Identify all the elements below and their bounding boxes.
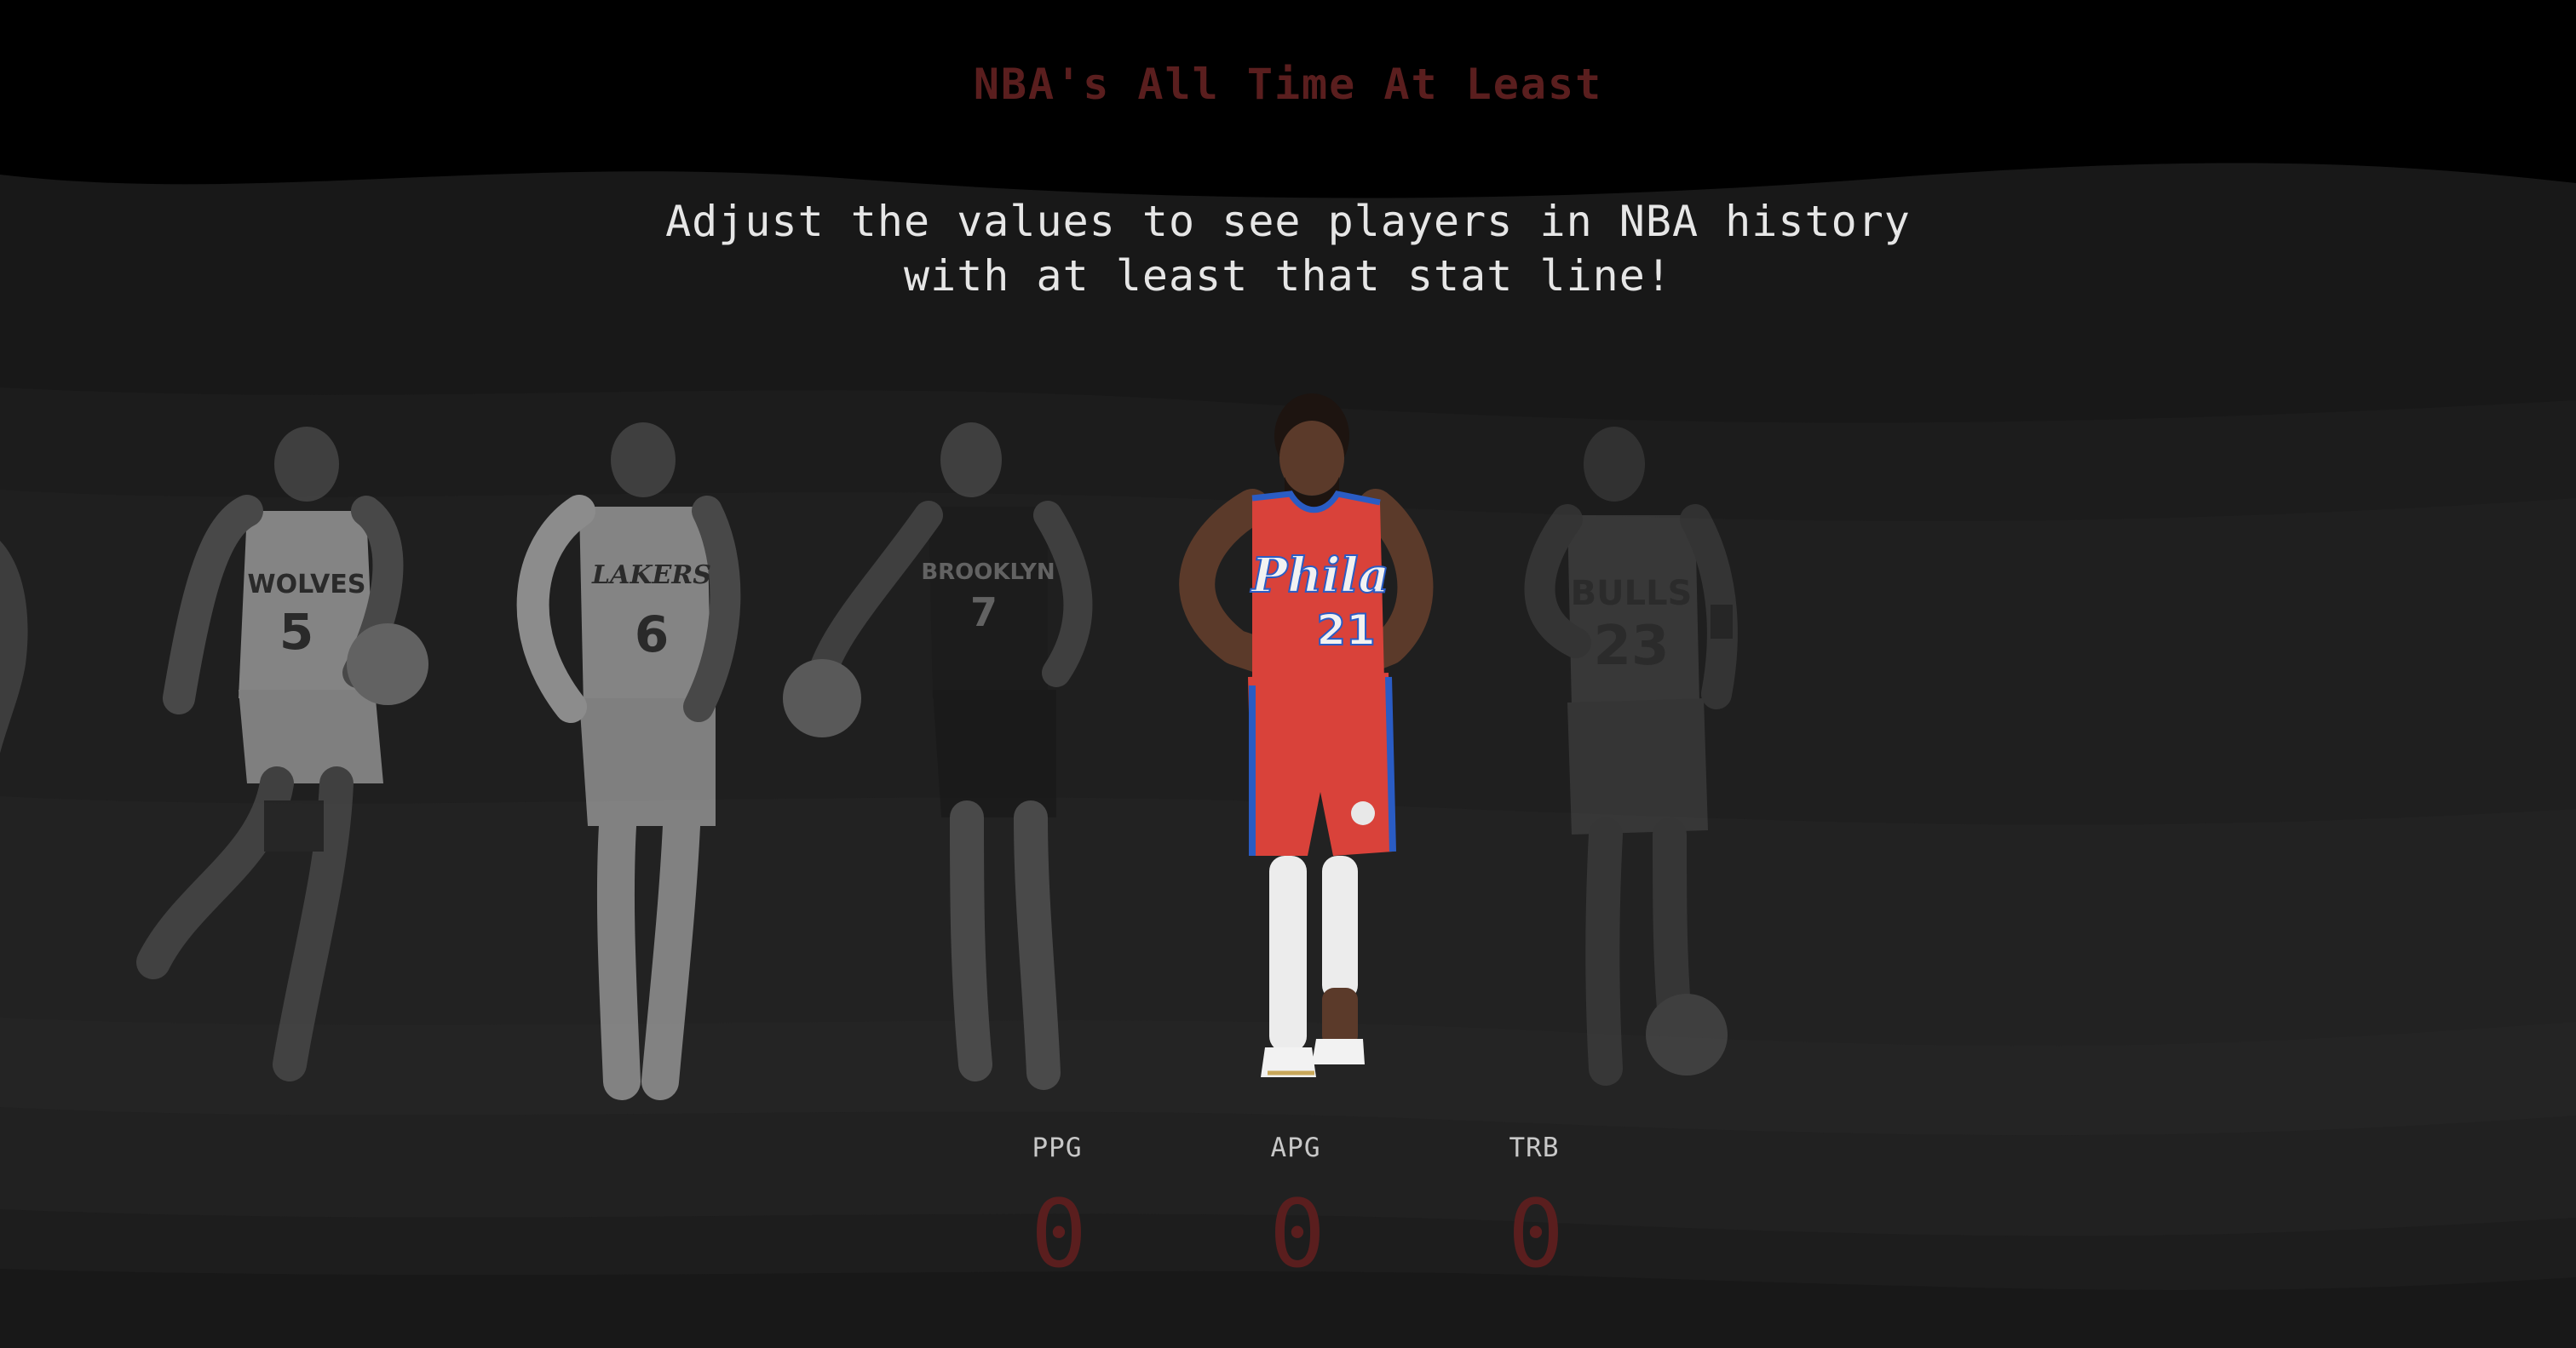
player-silhouette [0,541,28,754]
player-card-wolves[interactable]: WOLVES 5 [119,417,443,1081]
player-figure: WOLVES 5 [136,427,428,1081]
player-figure: LAKERS 6 [516,422,741,1100]
jersey-team: BULLS [1571,574,1693,613]
player-card-lakers[interactable]: LAKERS 6 [477,417,750,1100]
jersey-team: LAKERS [591,560,711,590]
player-card-bulls[interactable]: BULLS 23 [1499,422,1755,1094]
stat-ppg: PPG [989,1133,1129,1289]
ppg-label: PPG [1032,1133,1083,1163]
stat-trb: TRB [1466,1133,1606,1289]
trb-input[interactable] [1466,1179,1606,1289]
jersey-number: 7 [970,589,998,635]
instructions-text: Adjust the values to see players in NBA … [0,194,2576,303]
jersey-team: BROOKLYN [921,559,1055,585]
player-figure: BULLS 23 [1524,427,1738,1086]
ppg-input[interactable] [989,1179,1129,1289]
jersey-number: 21 [1316,605,1376,655]
page-title: NBA's All Time At Least [973,60,1603,109]
jersey-team: WOLVES [248,570,366,599]
player-card-offscreen[interactable] [0,494,51,852]
trb-label: TRB [1509,1133,1560,1163]
player-carousel[interactable]: WOLVES 5 LAKERS 6 BROOKLYN 7 Phila 21 BU… [0,375,2576,1107]
jersey-number: 23 [1593,615,1669,678]
jersey-team: Phila [1250,548,1389,604]
jersey-number: 6 [635,605,669,663]
jersey-number: 5 [279,603,313,661]
apg-input[interactable] [1228,1179,1367,1289]
stat-controls: PPG APG TRB [989,1133,1606,1303]
page: NBA's All Time At Least Adjust the value… [0,0,2576,1348]
stat-apg: APG [1228,1133,1367,1289]
apg-label: APG [1270,1133,1321,1163]
instructions-line-2: with at least that stat line! [904,251,1672,301]
player-figure: Phila 21 [1179,393,1434,1077]
player-card-brooklyn[interactable]: BROOKLYN 7 [775,417,1133,1090]
player-card-phila[interactable]: Phila 21 [1141,392,1448,1107]
player-figure: BROOKLYN 7 [783,422,1093,1090]
instructions-line-1: Adjust the values to see players in NBA … [665,197,1911,246]
